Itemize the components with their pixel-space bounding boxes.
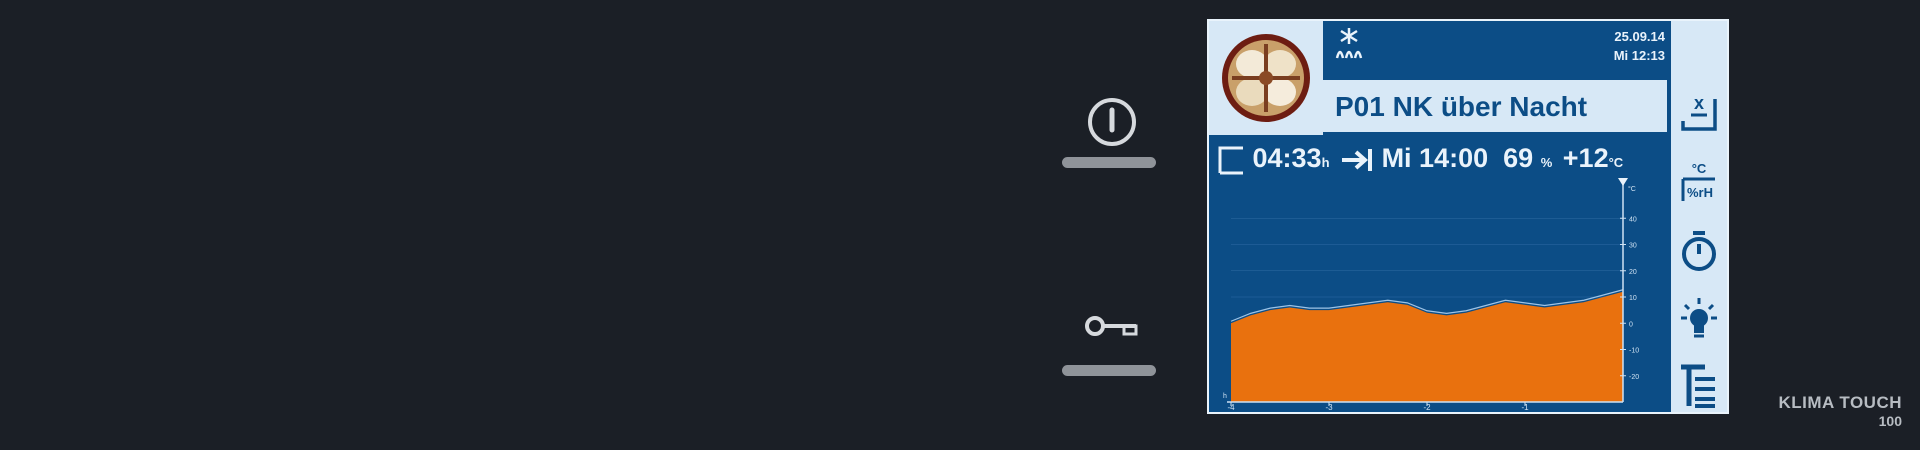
temperature-chart[interactable]: -4 -3 -2 -1 h 40 30 20 10 0 -10 -20 °C	[1209, 176, 1673, 412]
toolbar-temp-label: °C	[1692, 161, 1707, 176]
right-toolbar: x °C %rH	[1671, 21, 1727, 412]
x-axis-unit: h	[1223, 393, 1227, 400]
toolbar-humidity-label: %rH	[1687, 185, 1713, 200]
manual-mode-icon[interactable]: x	[1679, 91, 1719, 133]
y-tick-label: 30	[1629, 243, 1637, 250]
key-button-bar	[1062, 365, 1156, 376]
end-time-arrow-icon	[1342, 148, 1373, 171]
timer-icon[interactable]	[1679, 229, 1719, 273]
power-button-bar	[1062, 157, 1156, 168]
humidity-value: 69	[1503, 143, 1534, 173]
chart-area-series	[1231, 291, 1623, 402]
temperature-unit: °C	[1608, 155, 1624, 170]
temperature-humidity-settings-icon[interactable]: °C %rH	[1679, 159, 1719, 203]
current-time-marker	[1618, 178, 1628, 186]
brand-model: 100	[1878, 413, 1902, 429]
power-button[interactable]	[1062, 97, 1158, 171]
program-name: P01 NK über Nacht	[1335, 91, 1588, 122]
program-list-icon[interactable]	[1679, 363, 1719, 409]
x-tick-label: -3	[1325, 403, 1333, 412]
program-info-row: 04:33h Mi 14:00 69 % +12°C	[1217, 143, 1667, 175]
x-tick-label: -1	[1521, 403, 1529, 412]
x-tick-label: -2	[1423, 403, 1431, 412]
brand-name: KLIMA TOUCH	[1778, 393, 1902, 412]
y-tick-label: 0	[1629, 321, 1633, 328]
current-date: 25.09.14	[1614, 29, 1665, 44]
y-tick-label: -10	[1629, 348, 1639, 355]
end-time: Mi 14:00	[1381, 143, 1489, 173]
y-axis-unit: °C	[1628, 185, 1636, 193]
program-name-field[interactable]: P01 NK über Nacht	[1323, 80, 1667, 132]
humidity-unit: %	[1540, 155, 1553, 170]
temperature-value: +12	[1562, 143, 1609, 173]
remaining-duration: 04:33	[1252, 143, 1322, 173]
y-tick-label: 20	[1629, 269, 1637, 276]
svg-text:x: x	[1694, 93, 1704, 113]
duration-unit: h	[1321, 155, 1330, 170]
key-icon	[1085, 316, 1138, 336]
pastry-product-image	[1222, 34, 1310, 122]
y-tick-label: 10	[1629, 295, 1637, 302]
touch-screen: 25.09.14 Mi 12:13 P01 NK über Nacht 04:3…	[1207, 19, 1729, 414]
y-tick-label: -20	[1629, 374, 1639, 381]
duration-icon	[1218, 146, 1243, 175]
light-icon[interactable]	[1679, 297, 1719, 339]
fan-heating-icon	[1335, 28, 1363, 59]
current-time: Mi 12:13	[1613, 48, 1665, 63]
power-icon	[1088, 98, 1136, 146]
brand-label: KLIMA TOUCH 100	[1745, 393, 1902, 429]
y-tick-label: 40	[1629, 216, 1637, 223]
x-tick-label: -4	[1227, 403, 1235, 412]
key-lock-button[interactable]	[1062, 313, 1158, 379]
program-thumbnail[interactable]	[1209, 21, 1323, 135]
